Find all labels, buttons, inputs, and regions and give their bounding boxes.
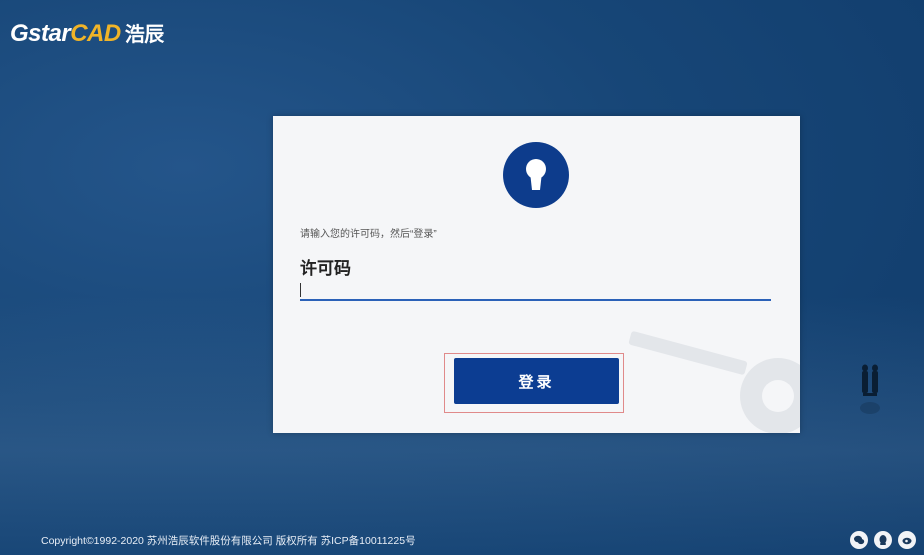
weibo-icon[interactable] (898, 531, 916, 549)
logo-cad: CAD (70, 20, 121, 47)
keyhole-icon (526, 159, 546, 190)
logo-chinese-name: 浩辰 (124, 24, 165, 46)
brand-logo: Gstar CAD 浩辰 (10, 18, 164, 48)
lock-icon (503, 142, 569, 208)
license-code-input[interactable] (300, 279, 771, 301)
text-cursor (300, 283, 301, 297)
copyright-text: Copyright©1992-2020 苏州浩辰软件股份有限公司 版权所有 苏I… (41, 535, 416, 547)
social-links (850, 531, 916, 549)
logo-gstar: Gstar (10, 20, 71, 47)
license-field-label: 许可码 (300, 259, 351, 278)
qq-icon[interactable] (874, 531, 892, 549)
login-button[interactable]: 登录 (454, 358, 619, 404)
license-login-dialog: 请输入您的许可码，然后“登录” 许可码 登录 (273, 116, 800, 433)
key-watermark-icon (628, 331, 800, 433)
instruction-text: 请输入您的许可码，然后“登录” (300, 229, 437, 240)
couple-silhouette-image (860, 364, 880, 414)
wechat-icon[interactable] (850, 531, 868, 549)
